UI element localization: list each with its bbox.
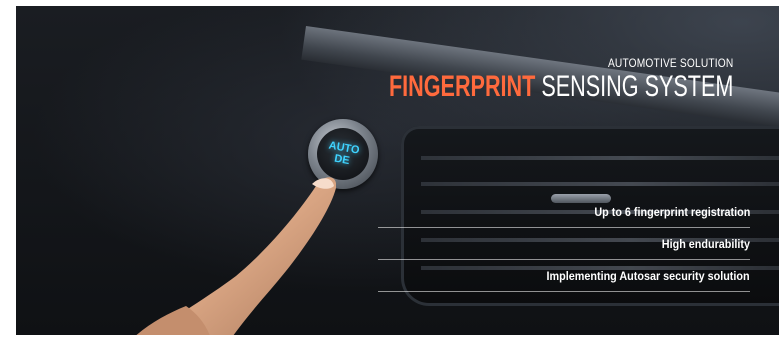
kicker-text: AUTOMOTIVE SOLUTION — [607, 56, 733, 70]
title-accent: FINGERPRINT — [388, 70, 535, 103]
feature-item: Implementing Autosar security solution — [378, 260, 750, 292]
feature-list: Up to 6 fingerprint registration High en… — [378, 196, 750, 292]
feature-item: Up to 6 fingerprint registration — [378, 196, 750, 228]
vent-slat — [421, 182, 779, 186]
page-title: FINGERPRINT SENSING SYSTEM — [389, 72, 733, 102]
feature-item: High endurability — [378, 228, 750, 260]
hero-banner: AUTO DE AUTOMOTIVE SOLUTION FINGERPRINT … — [16, 6, 779, 335]
headline: AUTOMOTIVE SOLUTION FINGERPRINT SENSING … — [255, 56, 733, 102]
hand-pressing-button-image — [136, 177, 336, 335]
title-rest: SENSING SYSTEM — [534, 70, 733, 103]
vent-slat — [421, 156, 779, 160]
